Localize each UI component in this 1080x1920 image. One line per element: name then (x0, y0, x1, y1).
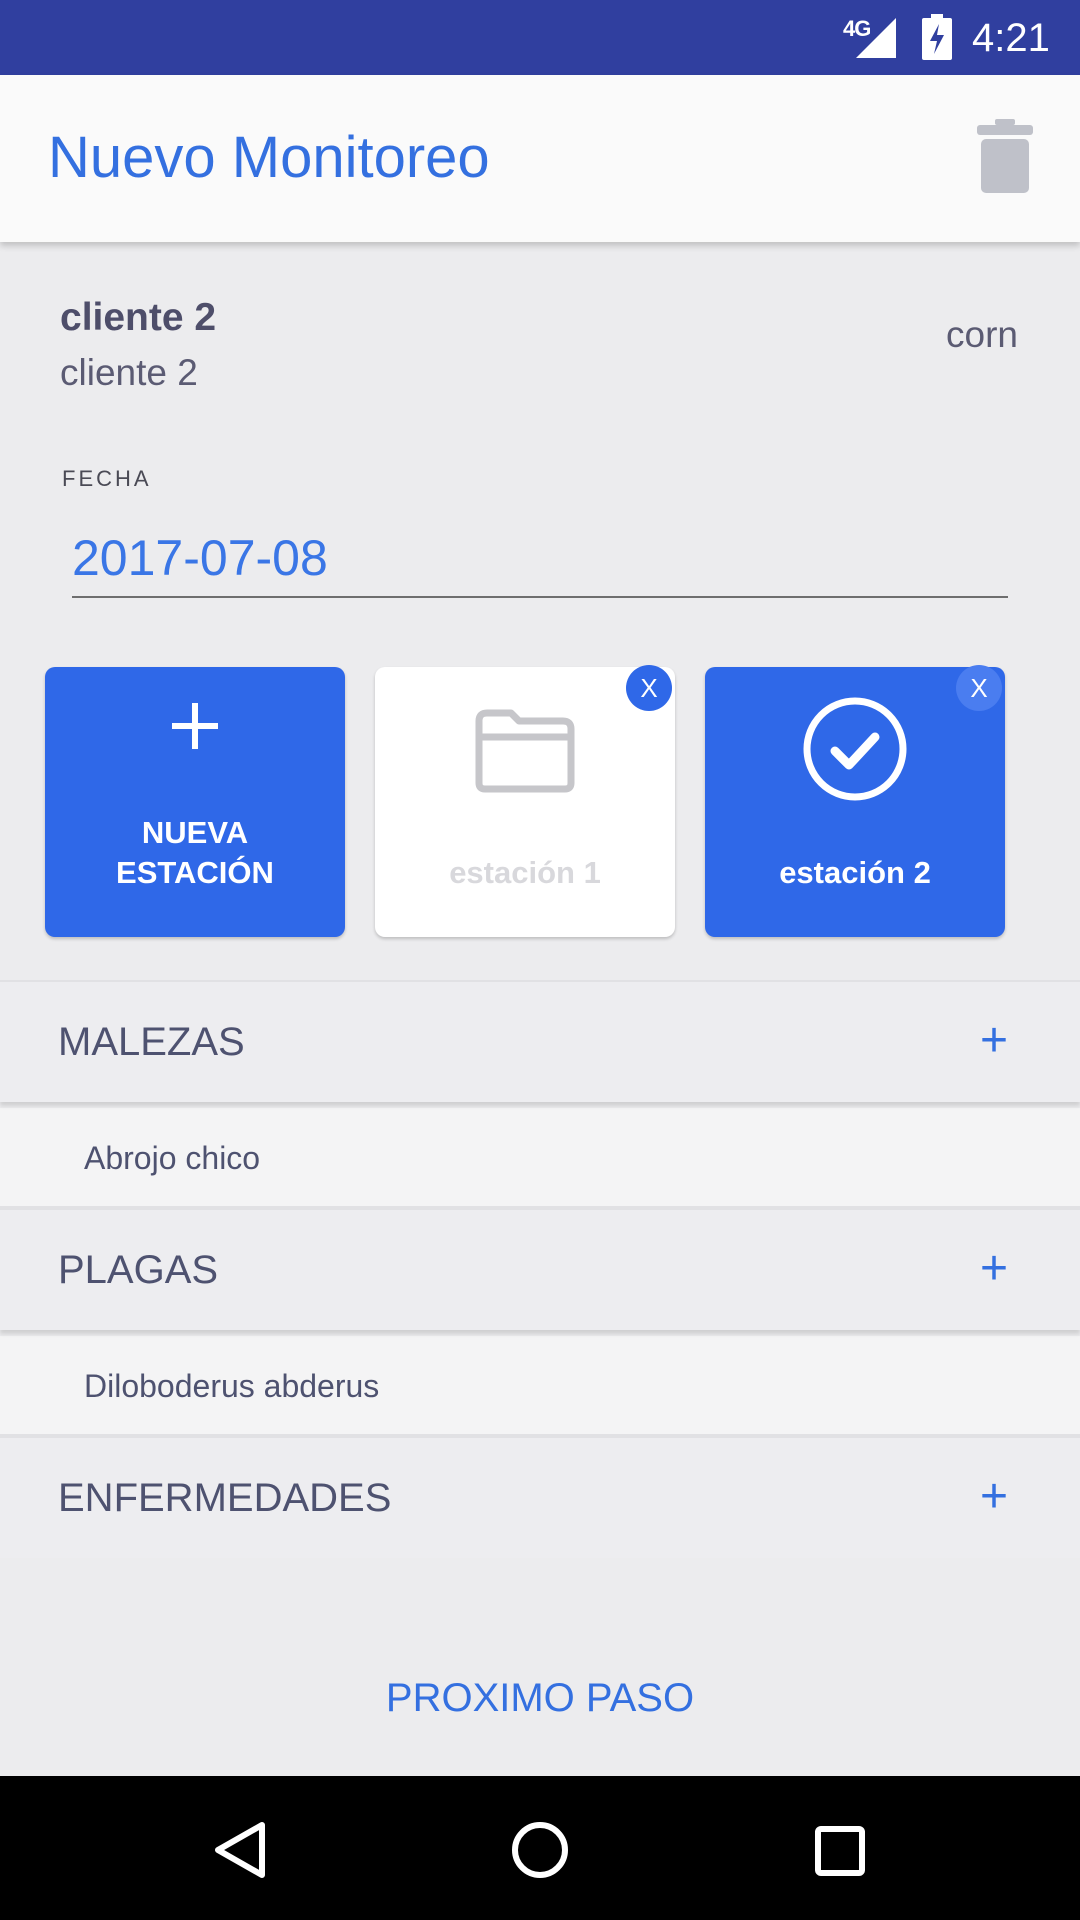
new-station-button[interactable]: NUEVA ESTACIÓN (45, 667, 345, 937)
list-item[interactable]: Abrojo chico (0, 1108, 1080, 1208)
close-station-1-button[interactable]: X (626, 665, 672, 711)
list-item-label: Diloboderus abderus (84, 1368, 380, 1404)
signal-icon (856, 18, 896, 58)
date-field[interactable]: 2017-07-08 (72, 526, 1008, 598)
client-subtitle: cliente 2 (60, 352, 198, 393)
add-enfermedad-button[interactable]: + (980, 1472, 1008, 1522)
section-enfermedades-header: ENFERMEDADES + (0, 1436, 1080, 1558)
section-plagas-header: PLAGAS + (0, 1208, 1080, 1330)
section-enfermedades-title: ENFERMEDADES (58, 1476, 392, 1520)
back-icon[interactable] (212, 1820, 268, 1880)
add-maleza-button[interactable]: + (980, 1016, 1008, 1066)
status-bar: 4G 4:21 (0, 0, 1080, 75)
client-name: cliente 2 (60, 296, 217, 339)
battery-charging-icon (922, 14, 952, 60)
plus-icon (172, 703, 218, 749)
station-1-label: estación 1 (449, 855, 601, 890)
station-card-1[interactable]: estación 1 X (375, 665, 675, 937)
crop-label: corn (946, 314, 1018, 355)
new-station-label-line2: ESTACIÓN (116, 855, 274, 890)
list-item-label: Abrojo chico (84, 1140, 261, 1176)
close-station-2-button[interactable]: X (956, 665, 1002, 711)
add-plaga-button[interactable]: + (980, 1244, 1008, 1294)
recents-icon[interactable] (814, 1825, 866, 1877)
page-title: Nuevo Monitoreo (48, 125, 490, 190)
navigation-bar (0, 1776, 1080, 1920)
check-circle-icon (803, 697, 907, 801)
trash-icon[interactable] (977, 119, 1033, 193)
home-icon[interactable] (511, 1821, 569, 1879)
next-step-button[interactable]: PROXIMO PASO (0, 1676, 1080, 1721)
new-station-label-line1: NUEVA (141, 815, 249, 850)
station-card-2[interactable]: estación 2 X (705, 665, 1005, 937)
station-2-label: estación 2 (779, 855, 931, 890)
section-malezas-title: MALEZAS (58, 1020, 245, 1064)
folder-icon (475, 709, 575, 793)
date-label: FECHA (62, 466, 152, 491)
section-malezas-header: MALEZAS + (0, 980, 1080, 1102)
date-value: 2017-07-08 (72, 530, 328, 586)
list-item[interactable]: Diloboderus abderus (0, 1336, 1080, 1436)
section-plagas-title: PLAGAS (58, 1248, 219, 1292)
app-bar: Nuevo Monitoreo (0, 75, 1080, 242)
clock: 4:21 (972, 16, 1050, 60)
